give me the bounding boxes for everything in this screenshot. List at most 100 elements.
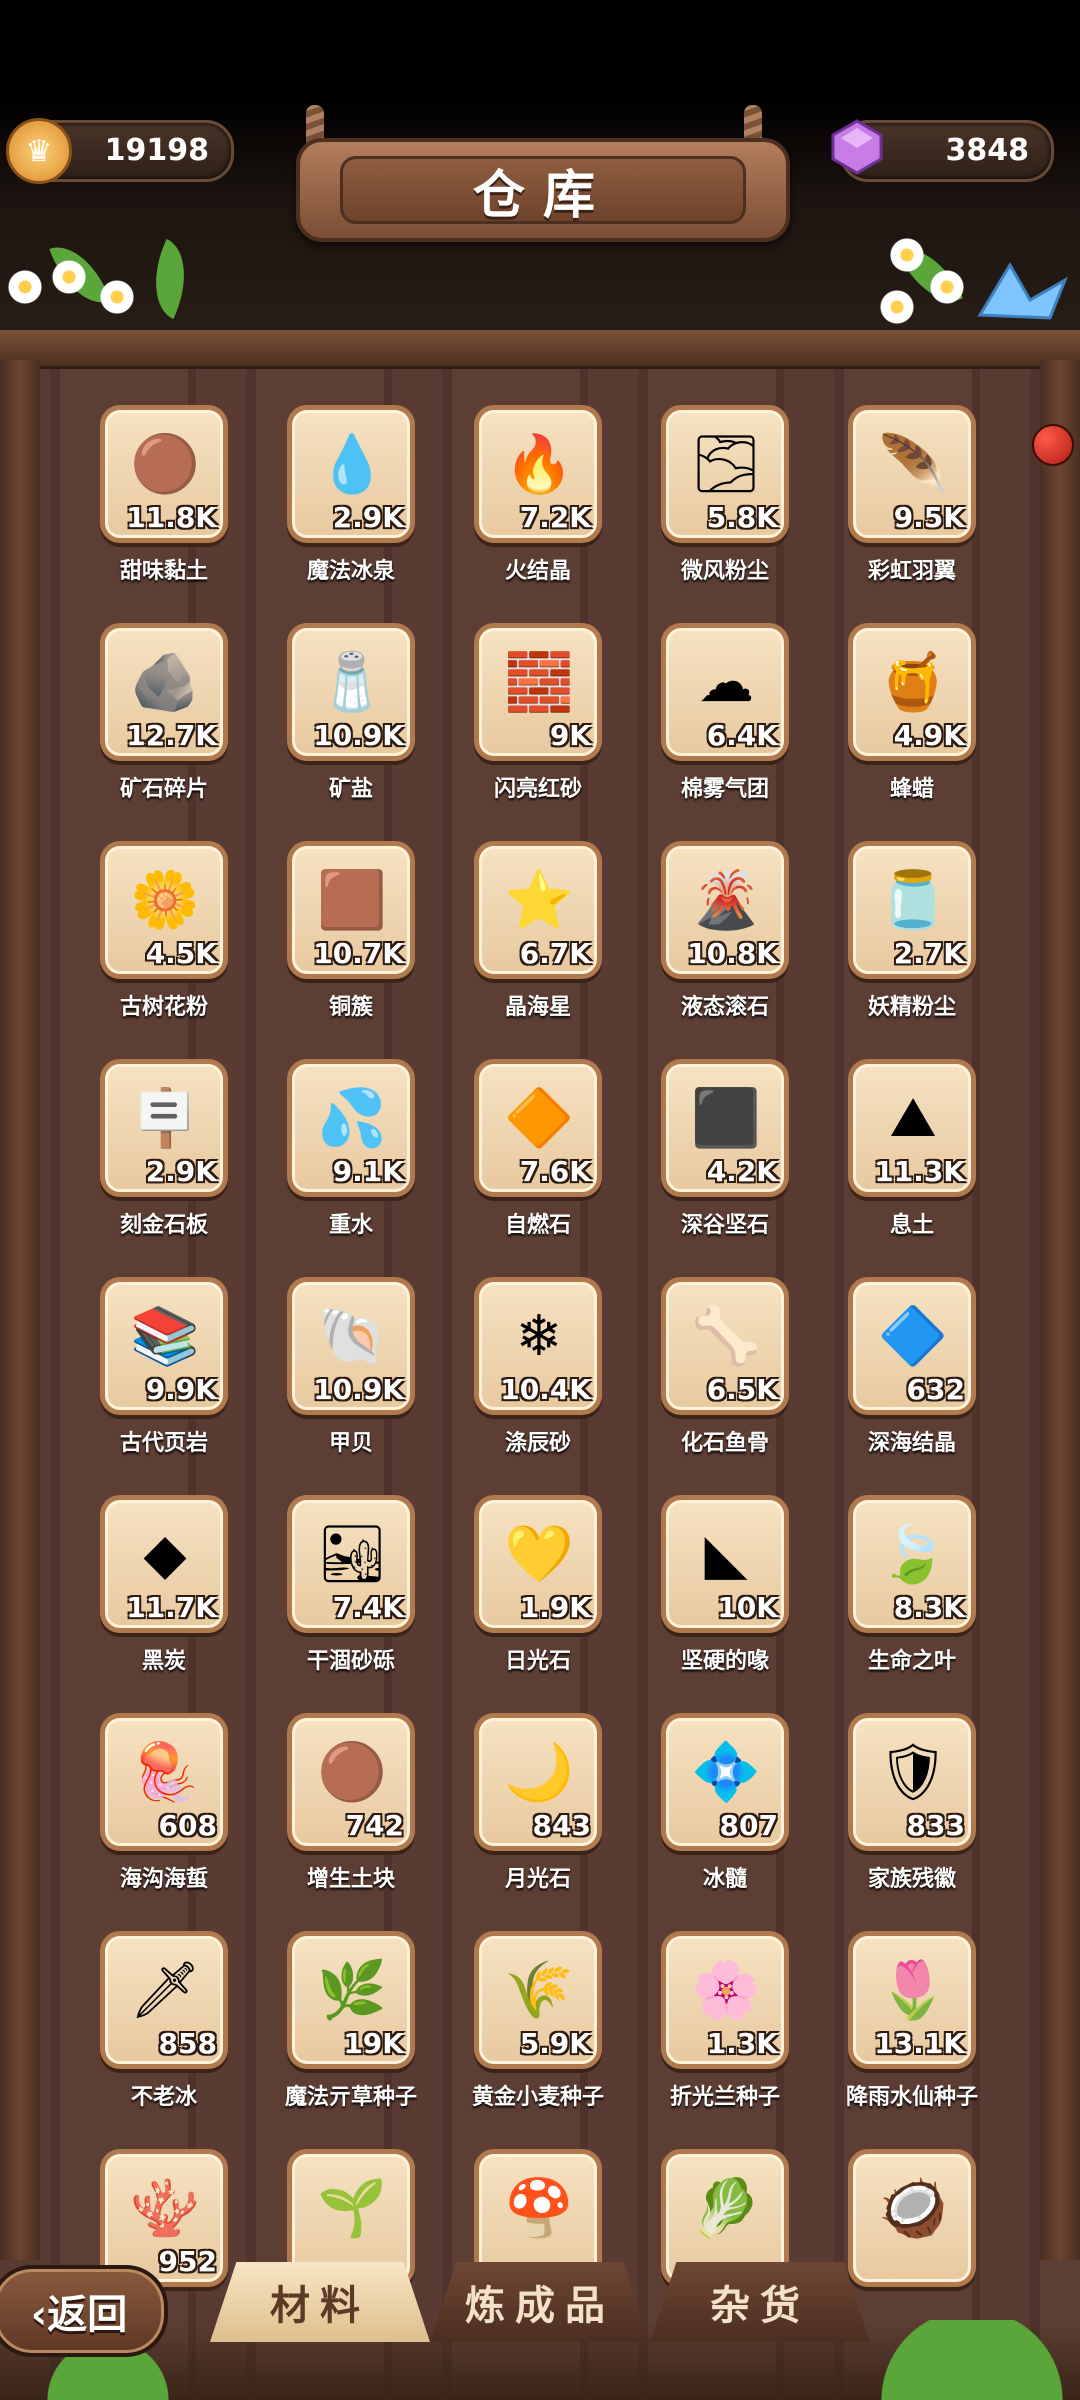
inventory-item[interactable]: 🪶 9.5K 彩虹羽翼	[814, 405, 990, 605]
item-name: 自燃石	[504, 1213, 571, 1238]
inventory-item[interactable]: 🌋 10.8K 液态滚石	[627, 841, 803, 1041]
item-slot[interactable]: 🟫 10.7K	[287, 841, 415, 979]
item-slot[interactable]: 🌙 843	[474, 1713, 602, 1851]
item-slot[interactable]: 📚 9.9K	[100, 1277, 228, 1415]
inventory-item[interactable]: 💦 9.1K 重水	[253, 1059, 429, 1259]
inventory-item[interactable]: 💛 1.9K 日光石	[440, 1495, 616, 1695]
item-slot[interactable]: 🪨 12.7K	[100, 623, 228, 761]
tab-goods[interactable]: 杂货	[650, 2262, 870, 2342]
inventory-item[interactable]: 🛡 833 家族残徽	[814, 1713, 990, 1913]
item-slot[interactable]: ◣ 10K	[661, 1495, 789, 1633]
inventory-item[interactable]: ☁ 6.4K 棉雾气团	[627, 623, 803, 823]
item-count: 2.9K	[332, 501, 404, 534]
inventory-item[interactable]: 🪼 608 海沟海蜇	[66, 1713, 242, 1913]
item-slot[interactable]: 💧 2.9K	[287, 405, 415, 543]
item-slot[interactable]: 🔷 632	[848, 1277, 976, 1415]
inventory-item[interactable]: 🌷 13.1K 降雨水仙种子	[814, 1931, 990, 2131]
inventory-item[interactable]: 📚 9.9K 古代页岩	[66, 1277, 242, 1477]
inventory-item[interactable]: 🌙 843 月光石	[440, 1713, 616, 1913]
inventory-item[interactable]: 🪨 12.7K 矿石碎片	[66, 623, 242, 823]
turnip-icon: 🥬	[691, 2176, 761, 2241]
item-slot[interactable]: 🌋 10.8K	[661, 841, 789, 979]
item-slot[interactable]: ⛰ 11.3K	[848, 1059, 976, 1197]
inventory-item[interactable]: 💧 2.9K 魔法冰泉	[253, 405, 429, 605]
item-slot[interactable]: 🐚 10.9K	[287, 1277, 415, 1415]
item-slot[interactable]: 🟤 11.8K	[100, 405, 228, 543]
item-count: 8.3K	[893, 1591, 965, 1624]
item-slot[interactable]: ❄ 10.4K	[474, 1277, 602, 1415]
item-slot[interactable]: 🌫 5.8K	[661, 405, 789, 543]
item-slot[interactable]: 💛 1.9K	[474, 1495, 602, 1633]
item-slot[interactable]: 🌸 1.3K	[661, 1931, 789, 2069]
tab-crafted[interactable]: 炼成品	[430, 2262, 650, 2342]
inventory-item[interactable]: 🔷 632 深海结晶	[814, 1277, 990, 1477]
item-slot[interactable]: 💦 9.1K	[287, 1059, 415, 1197]
item-count: 19K	[343, 2027, 404, 2060]
red-coral-icon: 🍄	[504, 2176, 574, 2241]
item-count: 833	[906, 1809, 965, 1842]
item-slot[interactable]: 🧂 10.9K	[287, 623, 415, 761]
inventory-item[interactable]: ◆ 11.7K 黑炭	[66, 1495, 242, 1695]
item-slot[interactable]: 🔶 7.6K	[474, 1059, 602, 1197]
tab-materials[interactable]: 材料	[210, 2262, 430, 2342]
inventory-item[interactable]: 🍃 8.3K 生命之叶	[814, 1495, 990, 1695]
item-slot[interactable]: 🧱 9K	[474, 623, 602, 761]
inventory-item[interactable]: 🔥 7.2K 火结晶	[440, 405, 616, 605]
inventory-item[interactable]: ⛰ 11.3K 息土	[814, 1059, 990, 1259]
coconut-icon: 🥥	[878, 2176, 948, 2241]
inventory-item[interactable]: 🔶 7.6K 自燃石	[440, 1059, 616, 1259]
item-name: 化石鱼骨	[680, 1431, 769, 1456]
item-slot[interactable]: ⭐ 6.7K	[474, 841, 602, 979]
inventory-item[interactable]: 🍯 4.9K 蜂蜡	[814, 623, 990, 823]
inventory-item[interactable]: 🪧 2.9K 刻金石板	[66, 1059, 242, 1259]
item-name: 干涸砂砾	[306, 1649, 395, 1674]
inventory-item[interactable]: ⬛ 4.2K 深谷坚石	[627, 1059, 803, 1259]
inventory-item[interactable]: 🌾 5.9K 黄金小麦种子	[440, 1931, 616, 2131]
item-slot[interactable]: 💠 807	[661, 1713, 789, 1851]
item-slot[interactable]: 🌷 13.1K	[848, 1931, 976, 2069]
item-slot[interactable]: 🏜 7.4K	[287, 1495, 415, 1633]
ageless-ice-icon: 🗡	[129, 1958, 201, 2023]
inventory-item[interactable]: 🧂 10.9K 矿盐	[253, 623, 429, 823]
inventory-item[interactable]: 🟤 11.8K 甜味黏土	[66, 405, 242, 605]
item-slot[interactable]: ◆ 11.7K	[100, 1495, 228, 1633]
item-count: 632	[906, 1373, 965, 1406]
inventory-item[interactable]: 🏜 7.4K 干涸砂砾	[253, 1495, 429, 1695]
inventory-item[interactable]: 🌸 1.3K 折光兰种子	[627, 1931, 803, 2131]
item-slot[interactable]: 🫙 2.7K	[848, 841, 976, 979]
item-slot[interactable]: 🌾 5.9K	[474, 1931, 602, 2069]
item-slot[interactable]: 🦴 6.5K	[661, 1277, 789, 1415]
item-slot[interactable]: 🛡 833	[848, 1713, 976, 1851]
inventory-item[interactable]: 🟫 10.7K 铜簇	[253, 841, 429, 1041]
back-button[interactable]: ‹返回	[0, 2265, 168, 2357]
item-slot[interactable]: 🪧 2.9K	[100, 1059, 228, 1197]
inventory-item[interactable]: 🟤 742 增生土块	[253, 1713, 429, 1913]
inventory-item[interactable]: 🫙 2.7K 妖精粉尘	[814, 841, 990, 1041]
inventory-item[interactable]: ❄ 10.4K 涤辰砂	[440, 1277, 616, 1477]
inventory-item[interactable]: 🦴 6.5K 化石鱼骨	[627, 1277, 803, 1477]
inventory-item[interactable]: 💠 807 冰髓	[627, 1713, 803, 1913]
inventory-item[interactable]: 🐚 10.9K 甲贝	[253, 1277, 429, 1477]
item-slot[interactable]: 🔥 7.2K	[474, 405, 602, 543]
item-slot[interactable]: 🍃 8.3K	[848, 1495, 976, 1633]
inventory-item[interactable]: 🧱 9K 闪亮红砂	[440, 623, 616, 823]
item-slot[interactable]: 🪶 9.5K	[848, 405, 976, 543]
inventory-item[interactable]: ⭐ 6.7K 晶海星	[440, 841, 616, 1041]
item-slot[interactable]: 🪼 608	[100, 1713, 228, 1851]
item-slot[interactable]: 🥥	[848, 2149, 976, 2287]
inventory-item[interactable]: 🌫 5.8K 微风粉尘	[627, 405, 803, 605]
item-slot[interactable]: ⬛ 4.2K	[661, 1059, 789, 1197]
inventory-item[interactable]: ◣ 10K 坚硬的喙	[627, 1495, 803, 1695]
item-slot[interactable]: 🗡 858	[100, 1931, 228, 2069]
inventory-item[interactable]: 🌿 19K 魔法亓草种子	[253, 1931, 429, 2131]
item-slot[interactable]: 🌼 4.5K	[100, 841, 228, 979]
item-slot[interactable]: ☁ 6.4K	[661, 623, 789, 761]
inventory-item[interactable]: 🗡 858 不老冰	[66, 1931, 242, 2131]
pollen-icon: 🌼	[130, 868, 200, 933]
item-slot[interactable]: 🌿 19K	[287, 1931, 415, 2069]
inventory-item[interactable]: 🌼 4.5K 古树花粉	[66, 841, 242, 1041]
item-count: 11.7K	[126, 1591, 217, 1624]
item-slot[interactable]: 🟤 742	[287, 1713, 415, 1851]
flower-decoration-right	[870, 230, 1080, 330]
item-slot[interactable]: 🍯 4.9K	[848, 623, 976, 761]
